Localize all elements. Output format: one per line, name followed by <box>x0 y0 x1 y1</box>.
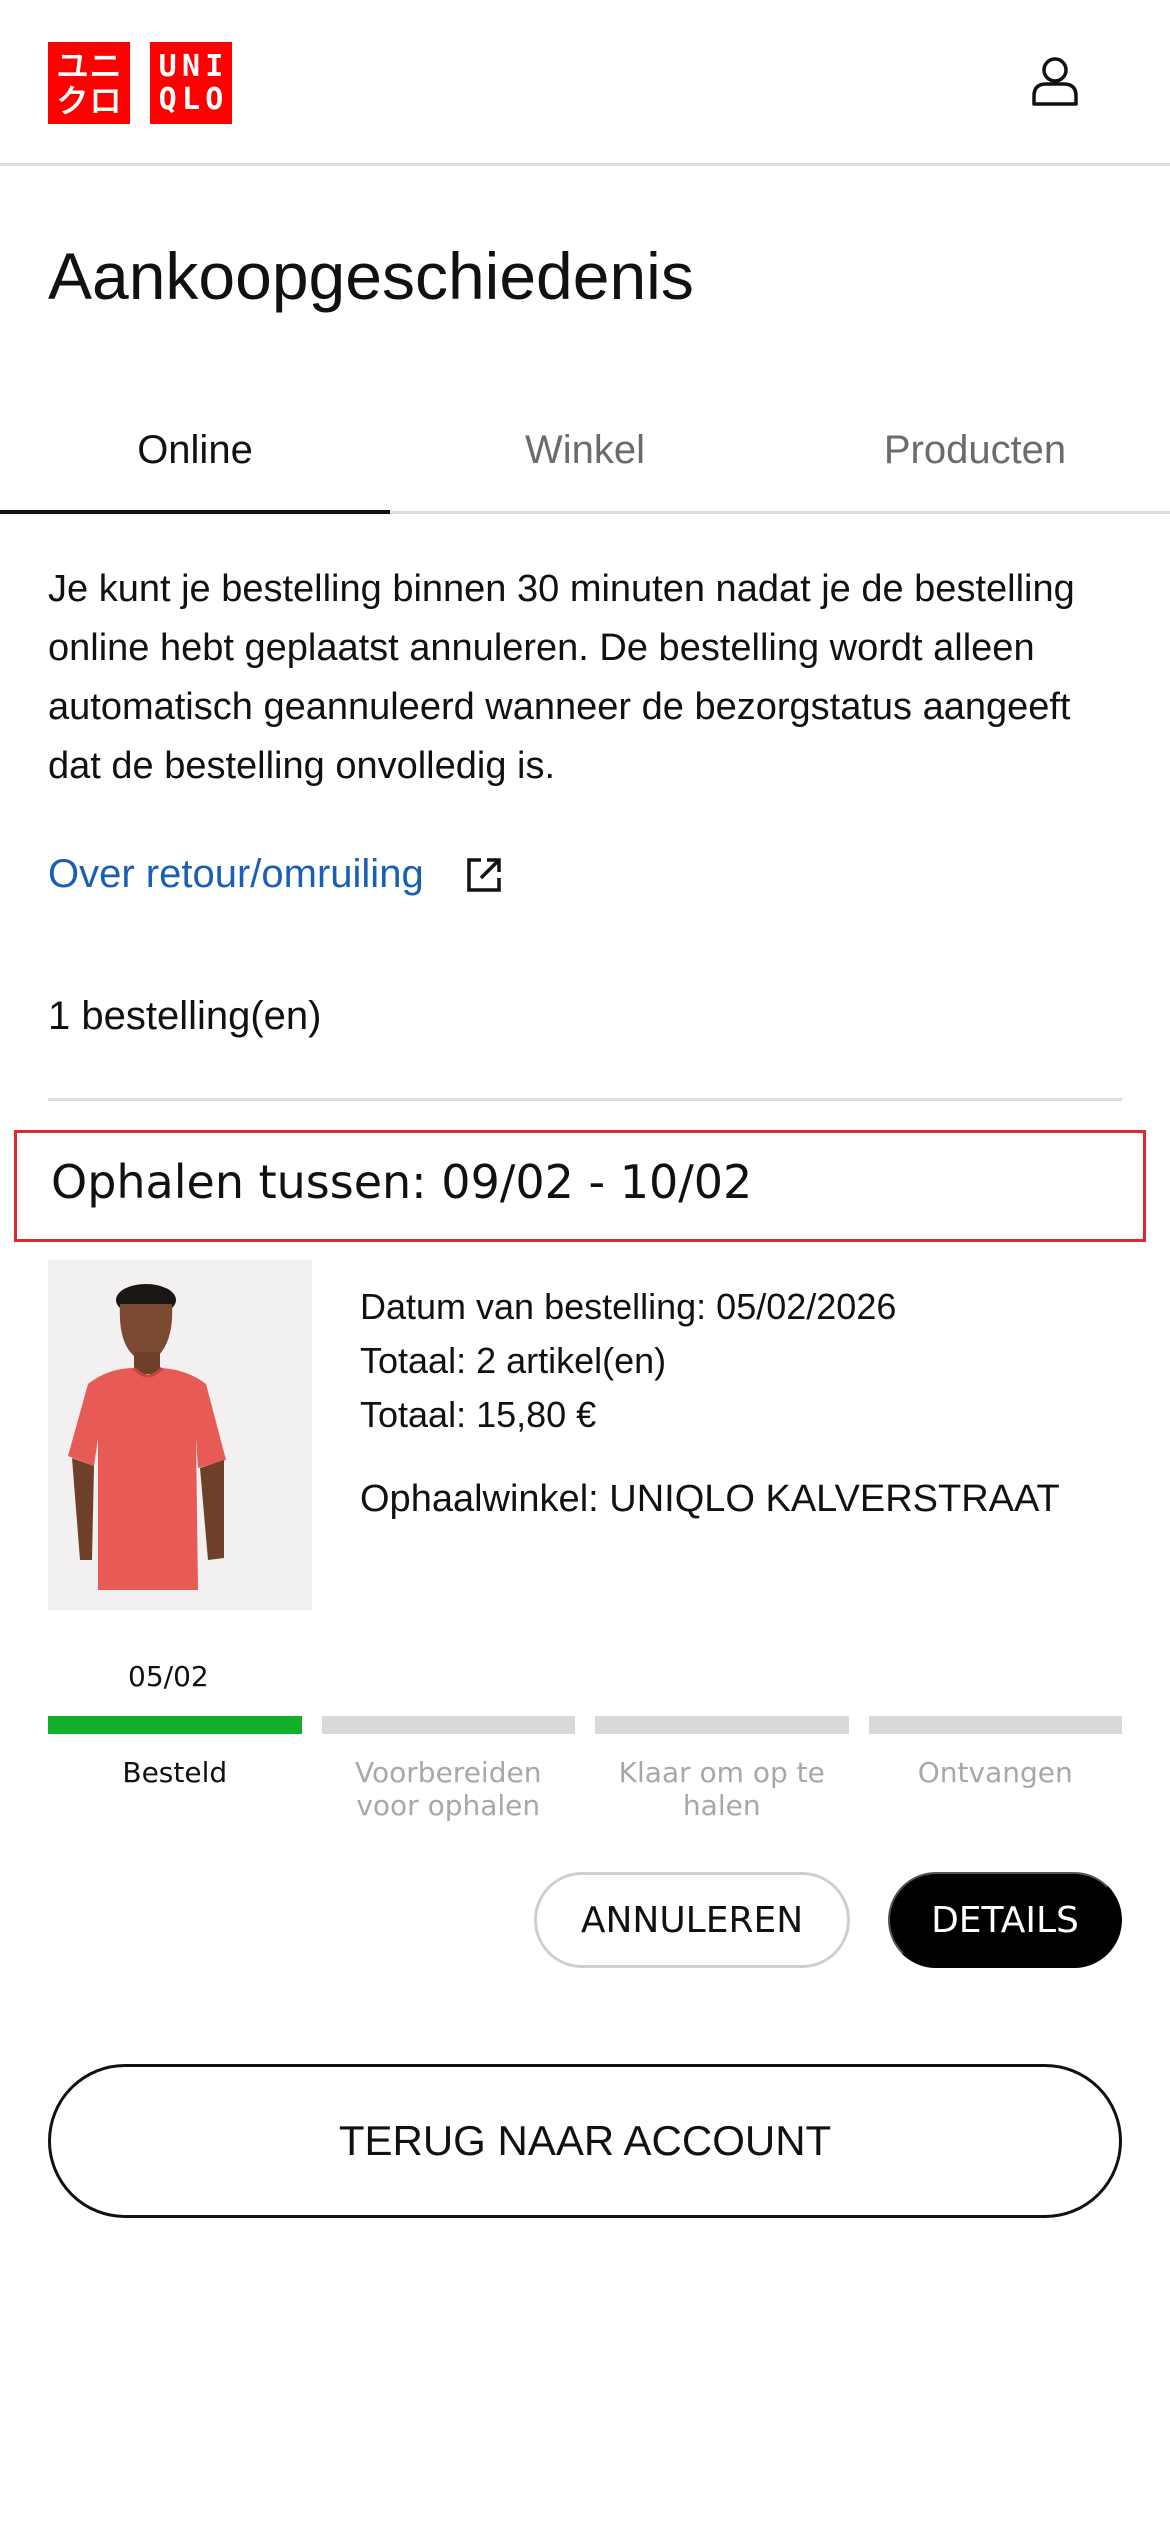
step-preparing: Voorbereiden voor ophalen <box>321 1716 575 1822</box>
progress-date: 05/02 <box>128 1660 209 1693</box>
step-label: Besteld <box>122 1756 228 1789</box>
step-bar <box>321 1716 575 1734</box>
tab-winkel[interactable]: Winkel <box>390 390 780 511</box>
logo-katakana: ユ ニ ク ロ <box>48 42 130 124</box>
page-title: Aankoopgeschiedenis <box>48 239 694 313</box>
step-label: Voorbereiden voor ophalen <box>355 1756 542 1822</box>
page: ユ ニ ク ロ U N I Q L O Aankoopgeschiedenis … <box>0 0 1170 2531</box>
order-details: Datum van bestelling: 05/02/2026 Totaal:… <box>360 1280 1060 1526</box>
step-label: Ontvangen <box>917 1756 1073 1789</box>
step-received: Ontvangen <box>868 1716 1122 1822</box>
details-button[interactable]: DETAILS <box>888 1872 1122 1968</box>
return-exchange-link[interactable]: Over retour/omruiling <box>48 852 504 897</box>
step-ready: Klaar om op te halen <box>595 1716 849 1822</box>
pickup-store: Ophaalwinkel: UNIQLO KALVERSTRAAT <box>360 1478 1060 1520</box>
order-total: Totaal: 15,80 € <box>360 1394 597 1435</box>
pickup-window-box: Ophalen tussen: 09/02 - 10/02 <box>14 1130 1146 1242</box>
back-to-account-button[interactable]: TERUG NAAR ACCOUNT <box>48 2064 1122 2218</box>
tab-online[interactable]: Online <box>0 390 390 514</box>
progress-steps: Besteld Voorbereiden voor ophalen Klaar … <box>48 1716 1122 1822</box>
step-bar <box>595 1716 849 1734</box>
tab-producten[interactable]: Producten <box>780 390 1170 511</box>
order-date: Datum van bestelling: 05/02/2026 <box>360 1286 897 1327</box>
pickup-window: Ophalen tussen: 09/02 - 10/02 <box>51 1155 753 1209</box>
step-bar <box>868 1716 1122 1734</box>
product-image[interactable] <box>48 1260 312 1610</box>
step-label: Klaar om op te halen <box>618 1756 825 1822</box>
cancel-info-text: Je kunt je bestelling binnen 30 minuten … <box>48 568 1075 787</box>
order-item-count: Totaal: 2 artikel(en) <box>360 1340 667 1381</box>
return-exchange-label: Over retour/omruiling <box>48 852 424 896</box>
header: ユ ニ ク ロ U N I Q L O <box>0 0 1170 166</box>
logo-latin: U N I Q L O <box>150 42 232 124</box>
uniqlo-logo[interactable]: ユ ニ ク ロ U N I Q L O <box>48 42 232 124</box>
step-bar <box>48 1716 302 1734</box>
external-link-icon <box>466 857 501 892</box>
tab-bar: Online Winkel Producten <box>0 390 1170 514</box>
user-icon[interactable] <box>1030 56 1080 108</box>
cancel-button[interactable]: ANNULEREN <box>534 1872 850 1968</box>
divider <box>48 1098 1122 1101</box>
order-count: 1 bestelling(en) <box>48 994 322 1038</box>
step-ordered: Besteld <box>48 1716 302 1822</box>
